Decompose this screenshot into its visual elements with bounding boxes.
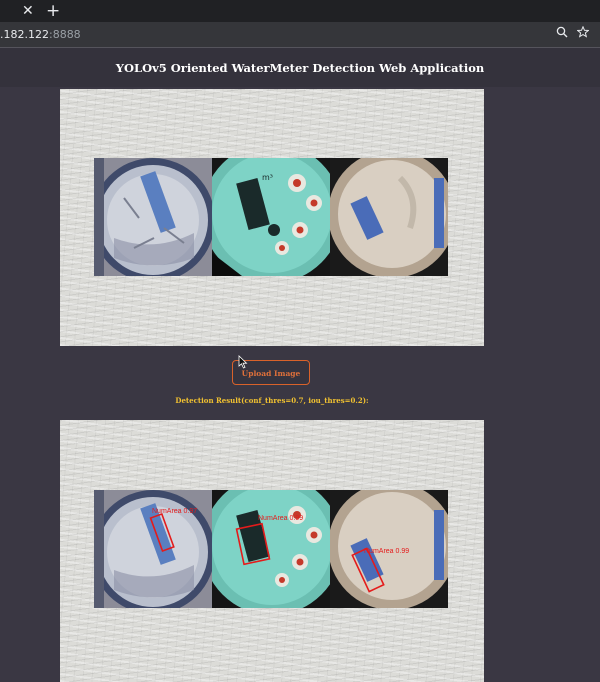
page-title: YOLOv5 Oriented WaterMeter Detection Web… bbox=[115, 61, 485, 75]
detection-label-3: NumArea 0.99 bbox=[364, 548, 409, 555]
mouse-cursor-icon bbox=[238, 355, 248, 369]
result-meter-1: NumArea 0.97 bbox=[94, 490, 212, 608]
detection-result-label: Detection Result(conf_thres=0.7, iou_thr… bbox=[175, 396, 369, 405]
url-text[interactable]: .182.122:8888 bbox=[0, 26, 120, 43]
meter-photo-3 bbox=[330, 158, 448, 276]
browser-tab-bar: ✕ + bbox=[0, 0, 600, 22]
result-meter-2: NumArea 0.99 bbox=[212, 490, 330, 608]
zoom-icon[interactable] bbox=[556, 26, 568, 43]
url-host: .182.122 bbox=[0, 28, 49, 41]
input-image: m³ bbox=[94, 158, 450, 276]
address-bar[interactable]: .182.122:8888 bbox=[0, 22, 600, 47]
svg-text:m³: m³ bbox=[262, 173, 273, 182]
result-image-panel: NumArea 0.97 NumArea 0.99 NumArea 0.99 bbox=[60, 420, 484, 682]
result-image: NumArea 0.97 NumArea 0.99 NumArea 0.99 bbox=[94, 490, 450, 608]
new-tab-button[interactable]: + bbox=[46, 0, 60, 22]
result-meter-3: NumArea 0.99 bbox=[330, 490, 448, 608]
url-port: :8888 bbox=[48, 28, 81, 41]
close-tab-icon[interactable]: ✕ bbox=[22, 1, 34, 21]
meter-photo-1 bbox=[94, 158, 212, 276]
input-image-panel: m³ bbox=[60, 89, 484, 346]
meter-photo-2: m³ bbox=[212, 158, 330, 276]
detection-label-2: NumArea 0.99 bbox=[258, 515, 303, 522]
detection-label-1: NumArea 0.97 bbox=[152, 508, 197, 515]
bookmark-star-icon[interactable] bbox=[576, 25, 590, 43]
